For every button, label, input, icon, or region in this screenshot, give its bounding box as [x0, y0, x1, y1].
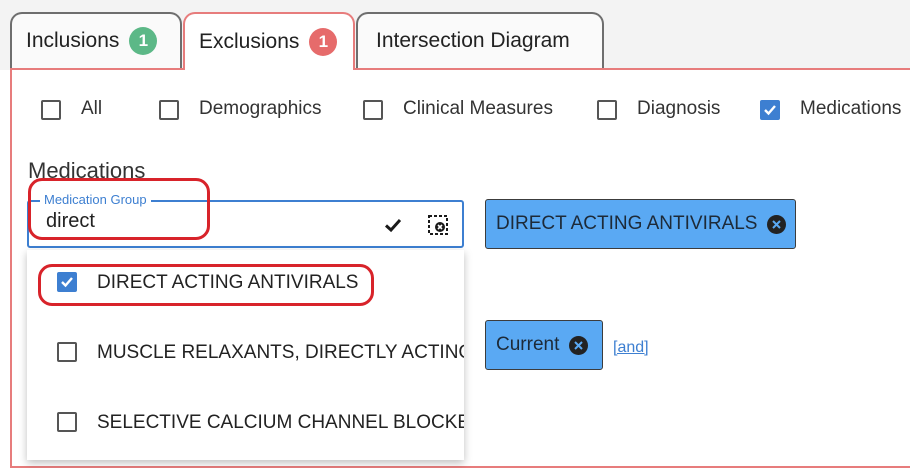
- selected-group-chip: DIRECT ACTING ANTIVIRALS: [485, 199, 796, 249]
- tab-inclusions[interactable]: Inclusions 1: [10, 12, 182, 68]
- category-clinical-measures-checkbox[interactable]: [363, 100, 383, 120]
- category-diagnosis-label: Diagnosis: [637, 98, 721, 119]
- annotation-outline: [38, 264, 374, 306]
- annotation-outline: [28, 178, 210, 240]
- option-label: MUSCLE RELAXANTS, DIRECTLY ACTING: [97, 342, 464, 363]
- option-checkbox[interactable]: [57, 412, 77, 432]
- status-chip: Current: [485, 320, 603, 370]
- category-medications-checkbox[interactable]: [760, 100, 780, 120]
- dropdown-option[interactable]: MUSCLE RELAXANTS, DIRECTLY ACTING: [27, 320, 464, 386]
- inclusions-count-badge: 1: [129, 27, 158, 55]
- and-link[interactable]: [and]: [613, 339, 649, 357]
- option-label: SELECTIVE CALCIUM CHANNEL BLOCKERS: [97, 412, 464, 433]
- category-medications-label: Medications: [800, 98, 902, 119]
- clear-selection-button[interactable]: [421, 210, 455, 240]
- tab-exclusions-label: Exclusions: [199, 30, 300, 53]
- remove-chip-icon[interactable]: [569, 335, 589, 355]
- check-icon: [384, 218, 402, 233]
- tab-exclusions[interactable]: Exclusions 1: [183, 12, 355, 70]
- remove-chip-icon[interactable]: [767, 214, 787, 234]
- dropdown-option[interactable]: SELECTIVE CALCIUM CHANNEL BLOCKERS: [27, 390, 464, 456]
- tab-intersection-diagram[interactable]: Intersection Diagram: [356, 12, 604, 68]
- tab-intersection-label: Intersection Diagram: [376, 29, 570, 52]
- checkmark-icon: [764, 105, 776, 116]
- option-checkbox[interactable]: [57, 342, 77, 362]
- category-all-label: All: [81, 98, 103, 119]
- confirm-button[interactable]: [376, 210, 410, 240]
- selected-group-chip-label: DIRECT ACTING ANTIVIRALS: [496, 213, 758, 234]
- category-demographics-label: Demographics: [199, 98, 322, 119]
- exclusions-count-badge: 1: [309, 28, 338, 56]
- category-demographics-checkbox[interactable]: [159, 100, 179, 120]
- category-diagnosis-checkbox[interactable]: [597, 100, 617, 120]
- status-chip-label: Current: [496, 334, 560, 355]
- category-all-checkbox[interactable]: [41, 100, 61, 120]
- category-clinical-measures-label: Clinical Measures: [403, 98, 553, 119]
- clear-selection-icon: [428, 215, 448, 235]
- tab-inclusions-label: Inclusions: [26, 29, 120, 52]
